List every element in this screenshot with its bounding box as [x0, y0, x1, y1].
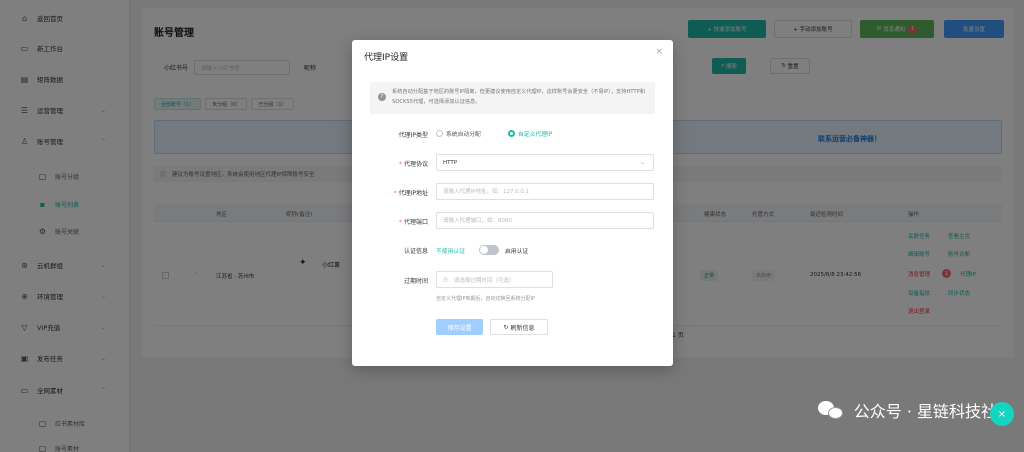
refresh-label: 刷新信息	[510, 324, 535, 332]
watermark-text: 公众号 · 星链科技社X	[853, 402, 1008, 421]
auth-label: 认证信息	[403, 248, 428, 255]
protocol-select[interactable]: HTTP ⌄	[436, 154, 654, 171]
info-text: 系统自动分配基于地区的账号IP隔离，但更建议使用自定义代理IP，这样账号会更安全…	[392, 89, 645, 105]
radio-system-assign[interactable]: 系统自动分配	[436, 129, 481, 138]
address-label: * 代理IP地址	[393, 190, 428, 197]
proxy-ip-dialog: 代理IP设置 × ? 系统自动分配基于地区的账号IP隔离，但更建议使用自定义代理…	[352, 40, 673, 366]
close-icon[interactable]: ×	[655, 47, 663, 57]
help-icon: ?	[378, 93, 386, 101]
refresh-icon: ↻	[503, 323, 511, 331]
proxy-port-input[interactable]	[436, 212, 654, 229]
radio-dot	[436, 130, 443, 137]
wechat-icon	[817, 399, 846, 421]
expire-hint: 自定义代理IP到期后，自动切换回系统分配IP	[436, 296, 535, 302]
protocol-label: * 代理协议	[398, 161, 428, 168]
dialog-title: 代理IP设置	[364, 53, 409, 63]
chevron-down-icon: ⌄	[639, 159, 645, 166]
proxy-address-input[interactable]	[436, 183, 654, 200]
auth-on-label: 启用认证	[505, 249, 529, 255]
protocol-value: HTTP	[443, 159, 458, 166]
close-icon[interactable]: ×	[990, 402, 1014, 426]
expire-label: 过期时间	[403, 278, 428, 285]
expire-placeholder: 请选择过期时间（可选）	[453, 277, 515, 284]
refresh-info-button[interactable]: ↻ 刷新信息	[490, 319, 548, 335]
auth-off-label: 不使用认证	[436, 249, 465, 255]
save-settings-button[interactable]: 保存设置	[436, 319, 483, 335]
port-label: * 代理端口	[398, 219, 428, 226]
auth-switch[interactable]	[479, 245, 499, 255]
proxy-type-label: 代理IP类型	[398, 132, 428, 139]
expire-date-picker[interactable]: ◷ 请选择过期时间（可选）	[436, 271, 553, 288]
radio-label: 自定义代理IP	[518, 132, 553, 138]
info-alert: ? 系统自动分配基于地区的账号IP隔离，但更建议使用自定义代理IP，这样账号会更…	[370, 82, 655, 114]
radio-label: 系统自动分配	[446, 132, 481, 138]
radio-custom-proxy[interactable]: 自定义代理IP	[508, 129, 552, 138]
watermark: 公众号 · 星链科技社X	[817, 398, 1008, 422]
switch-knob	[480, 246, 488, 254]
radio-dot	[508, 130, 515, 137]
clock-icon: ◷	[443, 276, 448, 283]
